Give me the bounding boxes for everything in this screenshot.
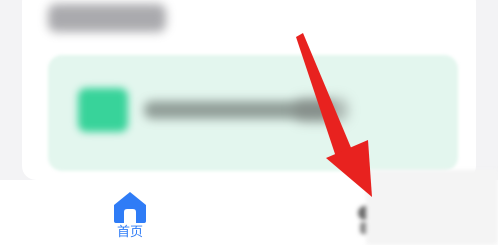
blurred-section-title (48, 4, 166, 32)
mosaic-redaction (366, 170, 498, 245)
home-icon (114, 192, 146, 223)
tab-home[interactable]: 首页 (90, 180, 170, 245)
blurred-promo-text-tail (294, 98, 348, 122)
tab-home-label: 首页 (116, 225, 143, 240)
blurred-promo-icon (78, 88, 128, 132)
